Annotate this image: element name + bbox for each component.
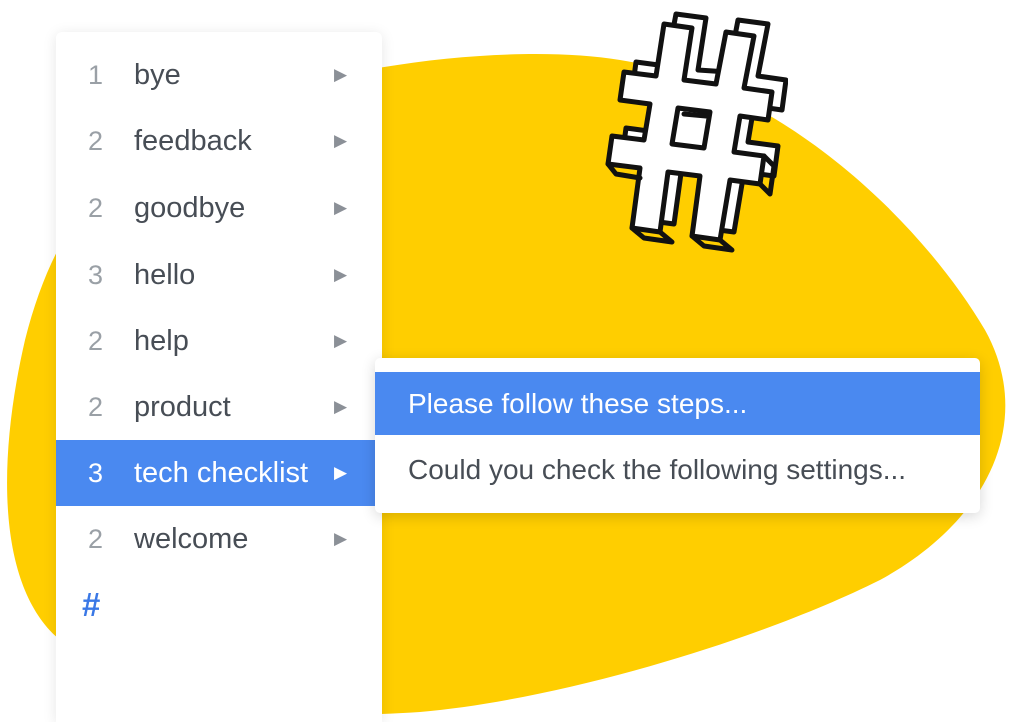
menu-item-count: 2 — [88, 391, 104, 422]
submenu-item-text: Could you check the following settings..… — [408, 453, 907, 485]
menu-item-label: product — [134, 390, 231, 423]
menu-item-label: bye — [134, 58, 181, 91]
chevron-right-icon: ▶ — [334, 529, 348, 548]
template-menu-panel: 1 bye ▶ 2 feedback ▶ 2 goodbye ▶ 3 hello… — [56, 32, 382, 722]
chevron-right-icon: ▶ — [334, 397, 348, 416]
submenu-item-follow-steps[interactable]: Please follow these steps... — [375, 372, 980, 435]
chevron-right-icon: ▶ — [334, 131, 348, 150]
menu-item-label: tech checklist — [134, 456, 309, 489]
chevron-right-icon: ▶ — [334, 265, 348, 284]
menu-item-count: 2 — [88, 523, 104, 554]
menu-item-count: 2 — [88, 125, 104, 156]
menu-item-count: 3 — [88, 457, 104, 488]
menu-item-product[interactable]: 2 product ▶ — [56, 374, 382, 440]
chevron-right-icon: ▶ — [334, 65, 348, 84]
menu-item-hello[interactable]: 3 hello ▶ — [56, 242, 382, 308]
menu-item-tech-checklist[interactable]: 3 tech checklist ▶ — [56, 440, 382, 506]
menu-item-count: 1 — [88, 59, 104, 90]
menu-item-label: hello — [134, 258, 196, 291]
menu-item-count: 2 — [88, 325, 104, 356]
template-submenu: Please follow these steps... Could you c… — [375, 358, 980, 513]
menu-item-label: goodbye — [134, 191, 246, 224]
menu-item-label: help — [134, 324, 189, 357]
menu-item-bye[interactable]: 1 bye ▶ — [56, 42, 382, 108]
menu-item-help[interactable]: 2 help ▶ — [56, 308, 382, 374]
submenu-item-text: Please follow these steps... — [408, 387, 748, 419]
menu-item-count: 2 — [88, 192, 104, 223]
chevron-right-icon: ▶ — [334, 198, 348, 217]
hashtag-icon[interactable]: # — [82, 586, 100, 624]
submenu-item-check-settings[interactable]: Could you check the following settings..… — [375, 438, 980, 501]
menu-item-count: 3 — [88, 259, 104, 290]
menu-item-welcome[interactable]: 2 welcome ▶ — [56, 506, 382, 572]
menu-item-label: feedback — [134, 124, 252, 157]
menu-item-label: welcome — [134, 522, 249, 555]
chevron-right-icon: ▶ — [334, 463, 348, 482]
chevron-right-icon: ▶ — [334, 331, 348, 350]
menu-item-feedback[interactable]: 2 feedback ▶ — [56, 108, 382, 174]
menu-item-goodbye[interactable]: 2 goodbye ▶ — [56, 175, 382, 241]
hashtag-illustration-icon — [605, 11, 788, 253]
